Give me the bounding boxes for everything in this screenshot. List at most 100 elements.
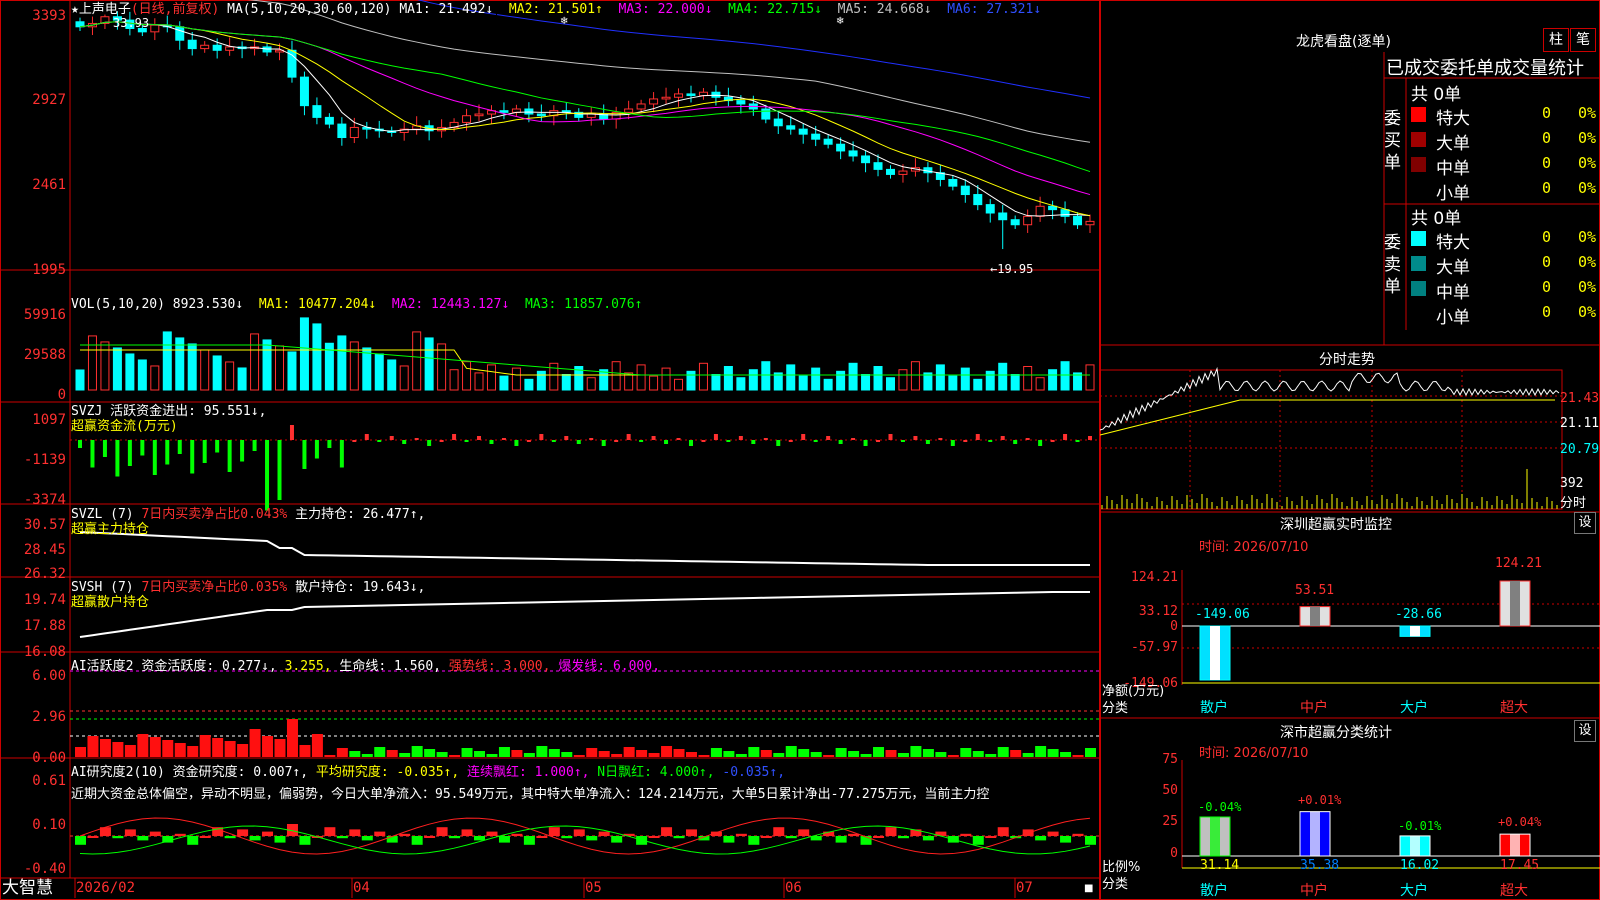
vol-bar: [960, 367, 970, 391]
flow-bar: [115, 440, 120, 477]
research-bar: [723, 836, 735, 843]
vol-bar: [761, 361, 771, 391]
flow-bar: [240, 440, 245, 462]
vol-bar: [836, 370, 846, 391]
flow-bar: [452, 434, 457, 440]
ai2-t3: 连续飘红: 1.000↑,: [467, 765, 590, 780]
row-value: 0: [1542, 228, 1552, 246]
research-bar: [798, 829, 810, 836]
svsh-sub: 超赢散户持仓: [71, 595, 150, 610]
vol-bar: [748, 369, 758, 391]
row-label: 中单: [1436, 159, 1470, 179]
main-chart-area[interactable]: ★上声电子(日线,前复权) MA(5,10,20,30,60,120) MA1:…: [0, 0, 1100, 900]
vol-bar: [674, 378, 684, 391]
candle-body: [736, 100, 746, 105]
vol-bar: [212, 355, 222, 391]
class-bar-highlight: [1410, 835, 1420, 856]
event-marker-icon[interactable]: ❄: [560, 14, 568, 29]
price-header: ★上声电子(日线,前复权) MA(5,10,20,30,60,120) MA1:…: [71, 2, 1042, 17]
flow-bar: [1013, 440, 1018, 444]
row-value: 0: [1542, 179, 1552, 197]
activity-bar: [386, 750, 398, 757]
flow-bar: [102, 440, 107, 457]
candle-body: [661, 96, 671, 100]
legend-swatch: [1411, 281, 1426, 296]
flow-bar: [489, 440, 494, 444]
activity-bar: [1022, 753, 1034, 757]
intraday-axis-label: 20.79: [1560, 442, 1600, 457]
activity-bar: [661, 746, 673, 757]
flow-bar: [277, 440, 282, 500]
brand-logo[interactable]: 大智慧: [2, 878, 53, 898]
x-axis-label: 05: [585, 880, 602, 896]
row-value: 0: [1542, 154, 1552, 172]
candle-body: [898, 170, 908, 175]
monitor-settings-button[interactable]: 设: [1574, 512, 1596, 534]
intraday-axis-label: 21.43: [1560, 391, 1600, 406]
intraday-vol-label: 392: [1560, 476, 1584, 491]
candle-body: [823, 138, 833, 145]
vol-ma2: MA2: 12443.127↓: [391, 297, 510, 312]
research-bar: [112, 836, 124, 839]
flow-bar: [813, 440, 818, 442]
research-bar: [885, 827, 897, 836]
flow-bar: [826, 436, 831, 440]
ai2-t5: -0.035↑,: [722, 765, 786, 780]
intraday-unit: 分时: [1560, 496, 1587, 511]
class-settings-button[interactable]: 设: [1574, 720, 1596, 742]
stock-name[interactable]: ★上声电子: [71, 2, 131, 17]
x-axis-label: 04: [353, 880, 370, 896]
vol-bar: [811, 367, 821, 391]
dragon-subtitle: 已成交委托单成交量统计: [1386, 58, 1584, 79]
bar-mode-button[interactable]: 柱: [1543, 28, 1569, 52]
class-change-label: +0.01%: [1298, 793, 1342, 807]
monitor-bar-label: -149.06: [1195, 607, 1250, 622]
monitor-category-label: 大户: [1400, 700, 1428, 716]
activity-bar: [698, 755, 710, 757]
activity-bar: [910, 746, 922, 757]
activity-bar: [274, 739, 286, 757]
flow-bar: [801, 434, 806, 440]
research-bar: [274, 836, 286, 843]
research-bar: [461, 829, 473, 836]
tick-mode-button[interactable]: 笔: [1570, 28, 1596, 52]
candle-body: [674, 93, 684, 98]
activity-bar: [748, 747, 760, 757]
event-marker-icon[interactable]: ❄: [836, 14, 844, 29]
vol-bar: [973, 378, 983, 391]
legend-swatch: [1411, 182, 1426, 197]
activity-bar: [361, 754, 373, 757]
flow-bar: [165, 440, 170, 465]
flow-bar: [414, 438, 419, 440]
row-label: 中单: [1436, 283, 1470, 303]
research-bar: [486, 831, 498, 836]
vol-bar: [137, 359, 147, 391]
monitor-axis-label: 124.21: [1131, 570, 1178, 585]
x-axis-label: 2026/02: [76, 880, 136, 896]
activity-bar: [1010, 750, 1022, 757]
class-axis-label: 25: [1162, 814, 1178, 829]
activity-bar: [685, 752, 697, 757]
research-bar: [386, 836, 398, 843]
vol-bar: [698, 362, 708, 391]
row-percent: 0%: [1578, 179, 1597, 197]
svsh-line: [79, 591, 1090, 638]
vol-bar: [736, 377, 746, 391]
svsh-axis-label: 19.74: [23, 592, 66, 608]
activity-bar: [336, 748, 348, 757]
activity-bar: [785, 746, 797, 757]
row-percent: 0%: [1578, 129, 1597, 147]
svsh-text: 散户持仓: 19.643↓,: [295, 580, 426, 595]
activity-bar: [835, 748, 847, 757]
class-category-label: 大户: [1400, 883, 1428, 899]
flow-bar: [427, 440, 432, 446]
flow-bar: [664, 440, 669, 444]
monitor-bar-highlight: [1310, 606, 1320, 626]
row-percent: 0%: [1578, 303, 1597, 321]
lock-icon[interactable]: ■: [1084, 881, 1093, 896]
row-percent: 0%: [1578, 228, 1597, 246]
row-value: 0: [1542, 303, 1552, 321]
candle-body: [312, 105, 322, 118]
candle-body: [499, 110, 509, 113]
research-bar: [199, 836, 211, 838]
